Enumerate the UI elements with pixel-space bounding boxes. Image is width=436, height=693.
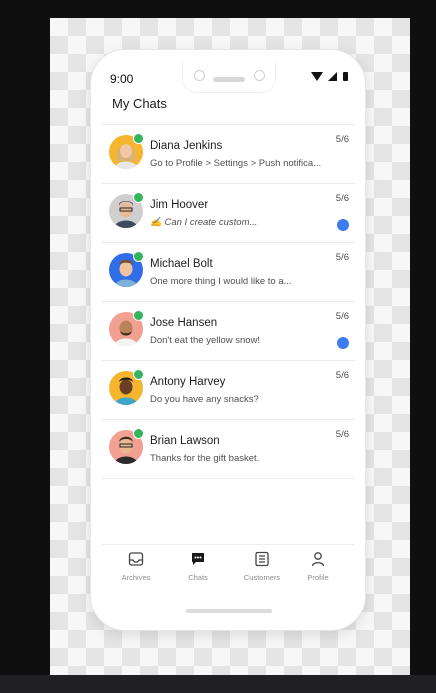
page-title: My Chats <box>112 96 167 111</box>
home-indicator[interactable] <box>186 609 272 613</box>
chat-date: 5/6 <box>335 429 349 440</box>
online-status-icon <box>133 192 144 203</box>
online-status-icon <box>133 310 144 321</box>
online-status-icon <box>133 251 144 262</box>
sensor-icon <box>254 70 265 81</box>
chat-name: Antony Harvey <box>150 376 226 388</box>
signal-icon <box>328 72 337 81</box>
tab-chats[interactable]: Chats <box>168 551 228 582</box>
chat-row[interactable]: Michael Bolt One more thing I would like… <box>102 242 355 301</box>
chat-date: 5/6 <box>335 193 349 204</box>
tab-label: Archives <box>121 573 151 582</box>
unread-indicator <box>337 219 349 231</box>
phone-frame: 9:00 My Chats Diana Jenkins Go to Profil… <box>91 50 365 630</box>
person-icon <box>311 552 325 567</box>
chat-date: 5/6 <box>335 252 349 263</box>
status-bar: 9:00 <box>91 50 365 96</box>
chat-preview: ✍ Can I create custom... <box>150 217 258 228</box>
customers-list-icon <box>255 551 269 567</box>
chat-name: Michael Bolt <box>150 258 213 270</box>
unread-indicator <box>337 337 349 349</box>
tab-archives[interactable]: Archives <box>106 551 166 582</box>
chat-preview: Do you have any snacks? <box>150 394 259 405</box>
bottom-tab-bar: Archives Chats Customers Profile <box>102 544 355 591</box>
chat-row[interactable]: Brian Lawson Thanks for the gift basket.… <box>102 419 355 479</box>
tab-customers[interactable]: Customers <box>232 551 292 582</box>
online-status-icon <box>133 133 144 144</box>
chat-preview: Thanks for the gift basket. <box>150 453 260 464</box>
status-time: 9:00 <box>110 72 134 86</box>
bottom-bar <box>0 675 436 693</box>
chat-name: Diana Jenkins <box>150 140 223 152</box>
wifi-icon <box>311 72 323 81</box>
chat-name: Jim Hoover <box>150 199 209 211</box>
chat-name: Brian Lawson <box>150 435 220 447</box>
camera-icon <box>194 70 205 81</box>
battery-icon <box>343 72 348 81</box>
tab-label: Profile <box>307 573 329 582</box>
tab-label: Chats <box>188 573 208 582</box>
chat-row[interactable]: Jose Hansen Don't eat the yellow snow! 5… <box>102 301 355 360</box>
chat-date: 5/6 <box>335 134 349 145</box>
archive-icon <box>128 552 144 566</box>
chat-preview: One more thing I would like to a... <box>150 276 292 287</box>
tab-profile[interactable]: Profile <box>288 551 348 582</box>
chat-row[interactable]: Jim Hoover ✍ Can I create custom... 5/6 <box>102 183 355 242</box>
chat-row[interactable]: Antony Harvey Do you have any snacks? 5/… <box>102 360 355 419</box>
online-status-icon <box>133 369 144 380</box>
chat-preview: Don't eat the yellow snow! <box>150 335 261 346</box>
chats-header: My Chats <box>91 96 365 124</box>
chat-preview: Go to Profile > Settings > Push notifica… <box>150 158 322 169</box>
chat-date: 5/6 <box>335 311 349 322</box>
online-status-icon <box>133 428 144 439</box>
chat-list: Diana Jenkins Go to Profile > Settings >… <box>102 124 355 479</box>
chat-name: Jose Hansen <box>150 317 218 329</box>
chat-date: 5/6 <box>335 370 349 381</box>
chat-row[interactable]: Diana Jenkins Go to Profile > Settings >… <box>102 124 355 183</box>
phone-notch <box>182 62 276 93</box>
speaker-icon <box>213 77 245 82</box>
chat-bubble-icon <box>192 553 204 565</box>
tab-label: Customers <box>243 573 281 582</box>
